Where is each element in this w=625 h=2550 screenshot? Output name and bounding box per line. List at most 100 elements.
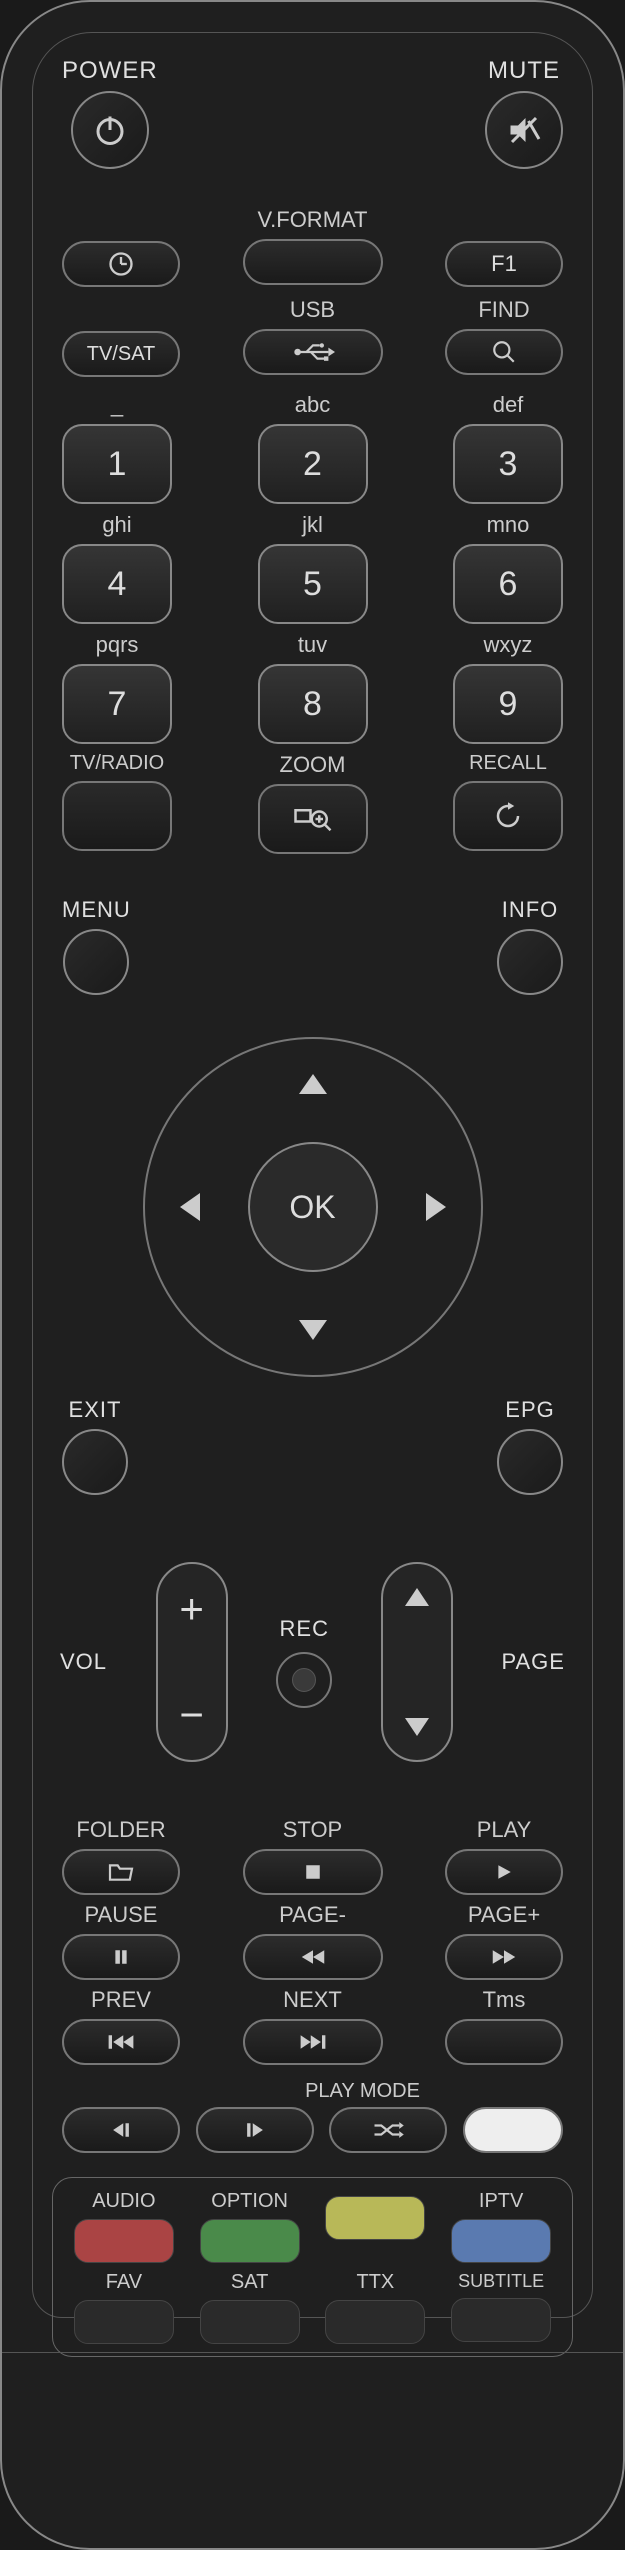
- pause-button[interactable]: [62, 1934, 180, 1980]
- key-5-abc-label: jkl: [302, 512, 323, 538]
- dpad-left[interactable]: [180, 1193, 200, 1221]
- fav-label: FAV: [106, 2271, 142, 2294]
- timer-button[interactable]: [62, 241, 180, 287]
- key-1-abc-label: _: [111, 392, 123, 418]
- epg-label: EPG: [505, 1397, 554, 1423]
- vformat-label: V.FORMAT: [257, 207, 367, 233]
- fav-button[interactable]: [74, 2300, 174, 2344]
- ttx-label: TTX: [356, 2271, 394, 2294]
- chevron-down-icon: [405, 1718, 429, 1736]
- key-6-abc-label: mno: [487, 512, 530, 538]
- next-label: NEXT: [283, 1987, 342, 2013]
- exit-label: EXIT: [69, 1397, 122, 1423]
- subtitle-button[interactable]: [451, 2298, 551, 2342]
- epg-button[interactable]: [497, 1429, 563, 1495]
- dpad-right[interactable]: [426, 1193, 446, 1221]
- pause-label: PAUSE: [85, 1902, 158, 1928]
- tvsat-button[interactable]: TV/SAT: [62, 331, 180, 377]
- iptv-label: IPTV: [479, 2190, 523, 2213]
- dpad-down[interactable]: [299, 1320, 327, 1340]
- chevron-up-icon: [405, 1588, 429, 1606]
- stop-button[interactable]: [243, 1849, 383, 1895]
- usb-label: USB: [290, 297, 335, 323]
- prev-button[interactable]: [62, 2019, 180, 2065]
- mute-label: MUTE: [488, 57, 560, 85]
- key-5[interactable]: 5: [258, 544, 368, 624]
- option-label: OPTION: [211, 2190, 288, 2213]
- recall-label: RECALL: [469, 752, 547, 775]
- fastfwd-button[interactable]: [445, 1934, 563, 1980]
- rec-button[interactable]: [276, 1652, 332, 1708]
- folder-icon: [107, 1861, 135, 1883]
- key-7-abc-label: pqrs: [96, 632, 139, 658]
- remote-body: POWER MUTE V.FORMAT F1 TV/SAT USB FIND: [0, 0, 625, 2550]
- key-4[interactable]: 4: [62, 544, 172, 624]
- tvradio-button[interactable]: [62, 781, 172, 851]
- rewind-icon: [299, 1948, 327, 1966]
- ok-button[interactable]: OK: [248, 1142, 378, 1272]
- key-2-abc-label: abc: [295, 392, 330, 418]
- key-6[interactable]: 6: [453, 544, 563, 624]
- menu-button[interactable]: [63, 929, 129, 995]
- white-button[interactable]: [463, 2107, 563, 2153]
- usb-button[interactable]: [243, 329, 383, 375]
- skip-next-icon: [298, 2033, 328, 2051]
- info-button[interactable]: [497, 929, 563, 995]
- red-button[interactable]: [74, 2219, 174, 2263]
- usb-icon: [291, 341, 335, 363]
- page-rocker[interactable]: [381, 1562, 453, 1762]
- page-label: PAGE: [501, 1649, 565, 1675]
- key-9[interactable]: 9: [453, 664, 563, 744]
- subtitle-label: SUBTITLE: [458, 2271, 544, 2292]
- zoom-label: ZOOM: [280, 752, 346, 778]
- recall-button[interactable]: [453, 781, 563, 851]
- fastforward-icon: [490, 1948, 518, 1966]
- timer-icon: [107, 250, 135, 278]
- tms-label: Tms: [483, 1987, 526, 2013]
- tms-button[interactable]: [445, 2019, 563, 2065]
- frame-fwd-button[interactable]: [196, 2107, 314, 2153]
- f1-button[interactable]: F1: [445, 241, 563, 287]
- yellow-button[interactable]: [325, 2196, 425, 2240]
- frame-back-button[interactable]: [62, 2107, 180, 2153]
- folder-label: FOLDER: [76, 1817, 165, 1843]
- pageminus-label: PAGE-: [279, 1902, 346, 1928]
- zoom-button[interactable]: [258, 784, 368, 854]
- sat-button[interactable]: [200, 2300, 300, 2344]
- power-label: POWER: [62, 57, 158, 85]
- recall-icon: [493, 801, 523, 831]
- playmode-label: PLAY MODE: [305, 2080, 420, 2102]
- folder-button[interactable]: [62, 1849, 180, 1895]
- vformat-button[interactable]: [243, 239, 383, 285]
- next-button[interactable]: [243, 2019, 383, 2065]
- vol-rocker[interactable]: +−: [156, 1562, 228, 1762]
- ttx-button[interactable]: [325, 2300, 425, 2344]
- key-2[interactable]: 2: [258, 424, 368, 504]
- zoom-icon: [294, 804, 332, 834]
- info-label: INFO: [502, 897, 559, 923]
- skip-prev-icon: [106, 2033, 136, 2051]
- key-7[interactable]: 7: [62, 664, 172, 744]
- key-8[interactable]: 8: [258, 664, 368, 744]
- dpad-up[interactable]: [299, 1074, 327, 1094]
- key-3[interactable]: 3: [453, 424, 563, 504]
- playmode-button[interactable]: [329, 2107, 447, 2153]
- separator: [2, 2352, 623, 2353]
- frame-fwd-icon: [243, 2121, 267, 2139]
- exit-button[interactable]: [62, 1429, 128, 1495]
- find-button[interactable]: [445, 329, 563, 375]
- key-1[interactable]: 1: [62, 424, 172, 504]
- search-icon: [491, 339, 517, 365]
- mute-button[interactable]: [485, 91, 563, 169]
- play-button[interactable]: [445, 1849, 563, 1895]
- find-label: FIND: [478, 297, 529, 323]
- tvradio-label: TV/RADIO: [70, 752, 164, 775]
- power-button[interactable]: [71, 91, 149, 169]
- plus-icon: +: [179, 1588, 204, 1630]
- blue-button[interactable]: [451, 2219, 551, 2263]
- power-icon: [92, 112, 128, 148]
- dpad: OK: [143, 1037, 483, 1377]
- rewind-button[interactable]: [243, 1934, 383, 1980]
- audio-label: AUDIO: [92, 2190, 155, 2213]
- green-button[interactable]: [200, 2219, 300, 2263]
